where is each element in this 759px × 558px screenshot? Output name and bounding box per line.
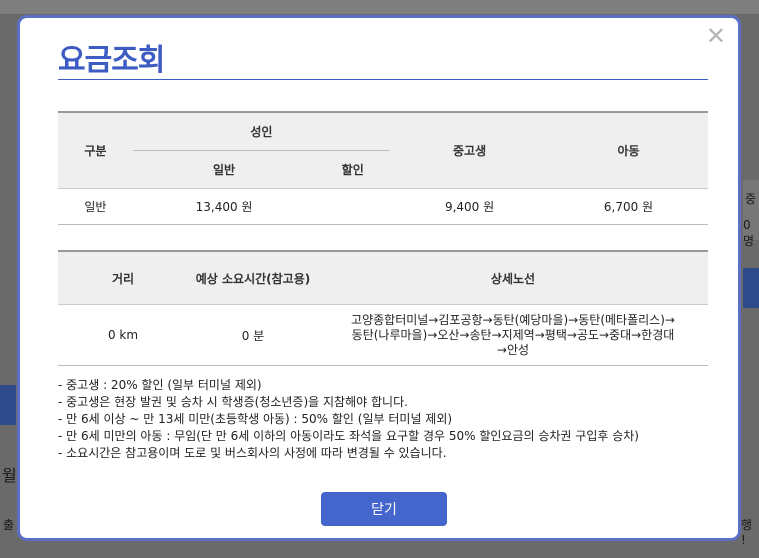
route-line: 고양종합터미널→김포공항→동탄(예당마을)→동탄(메타폴리스)→ — [351, 312, 675, 327]
notes-list: - 중고생 : 20% 할인 (일부 터미널 제외) - 중고생은 현장 발권 … — [58, 377, 708, 462]
background-text: 월 — [2, 466, 17, 485]
fare-inquiry-modal: 요금조회 ✕ 구분 성인 중고생 아동 일반 할인 일반 13,400 원 9,… — [17, 15, 741, 541]
fare-table: 구분 성인 중고생 아동 일반 할인 일반 13,400 원 9,400 원 6… — [58, 111, 708, 225]
background-header — [0, 0, 759, 14]
cell-distance: 0 km — [58, 304, 188, 366]
route-table: 거리 예상 소요시간(참고용) 상세노선 0 km 0 분 고양종합터미널→김포… — [58, 250, 708, 366]
header-duration: 예상 소요시간(참고용) — [188, 251, 318, 305]
header-adult-discount: 할인 — [315, 150, 391, 189]
note-item: - 중고생은 현장 발권 및 승차 시 학생증(청소년증)을 지참해야 합니다. — [58, 395, 408, 409]
close-button[interactable]: 닫기 — [321, 492, 447, 526]
table-row: 일반 13,400 원 9,400 원 6,700 원 — [58, 188, 708, 225]
note-item: - 중고생 : 20% 할인 (일부 터미널 제외) — [58, 378, 262, 392]
note-item: - 만 6세 미만의 아동 : 무임(단 만 6세 이하의 아동이라도 좌석을 … — [58, 429, 639, 443]
cell-adult-general: 13,400 원 — [132, 188, 316, 225]
background-text: 출 — [3, 518, 15, 532]
cell-adult-discount — [315, 188, 391, 225]
header-adult: 성인 — [132, 112, 391, 151]
cell-child: 6,700 원 — [549, 188, 708, 225]
background-text: 0명 — [743, 218, 755, 248]
modal-title: 요금조회 — [58, 43, 165, 78]
note-item: - 소요시간은 참고용이며 도로 및 버스회사의 사정에 따라 변경될 수 있습… — [58, 446, 447, 460]
cell-route: 고양종합터미널→김포공항→동탄(예당마을)→동탄(메타폴리스)→ 동탄(나루마을… — [318, 304, 708, 366]
table-row: 0 km 0 분 고양종합터미널→김포공항→동탄(예당마을)→동탄(메타폴리스)… — [58, 304, 708, 366]
background-text: 중 — [745, 192, 757, 206]
note-item: - 만 6세 이상 ~ 만 13세 미만(초등학생 아동) : 50% 할인 (… — [58, 412, 453, 426]
header-student: 중고생 — [390, 112, 550, 189]
cell-duration: 0 분 — [188, 304, 318, 366]
header-adult-general: 일반 — [132, 150, 316, 189]
cell-category: 일반 — [58, 188, 133, 225]
cell-student: 9,400 원 — [390, 188, 550, 225]
header-route: 상세노선 — [318, 251, 708, 305]
header-category: 구분 — [58, 112, 133, 189]
route-line: →안성 — [496, 342, 530, 357]
background-button[interactable] — [743, 268, 759, 308]
route-line: 동탄(나루마을)→오산→송탄→지제역→평택→공도→중대→한경대 — [351, 327, 675, 342]
background-left-button[interactable] — [0, 385, 16, 425]
background-text: 행 ! — [741, 518, 753, 547]
close-icon[interactable]: ✕ — [706, 24, 726, 48]
title-divider — [58, 79, 708, 80]
header-distance: 거리 — [58, 251, 188, 305]
header-child: 아동 — [549, 112, 708, 189]
